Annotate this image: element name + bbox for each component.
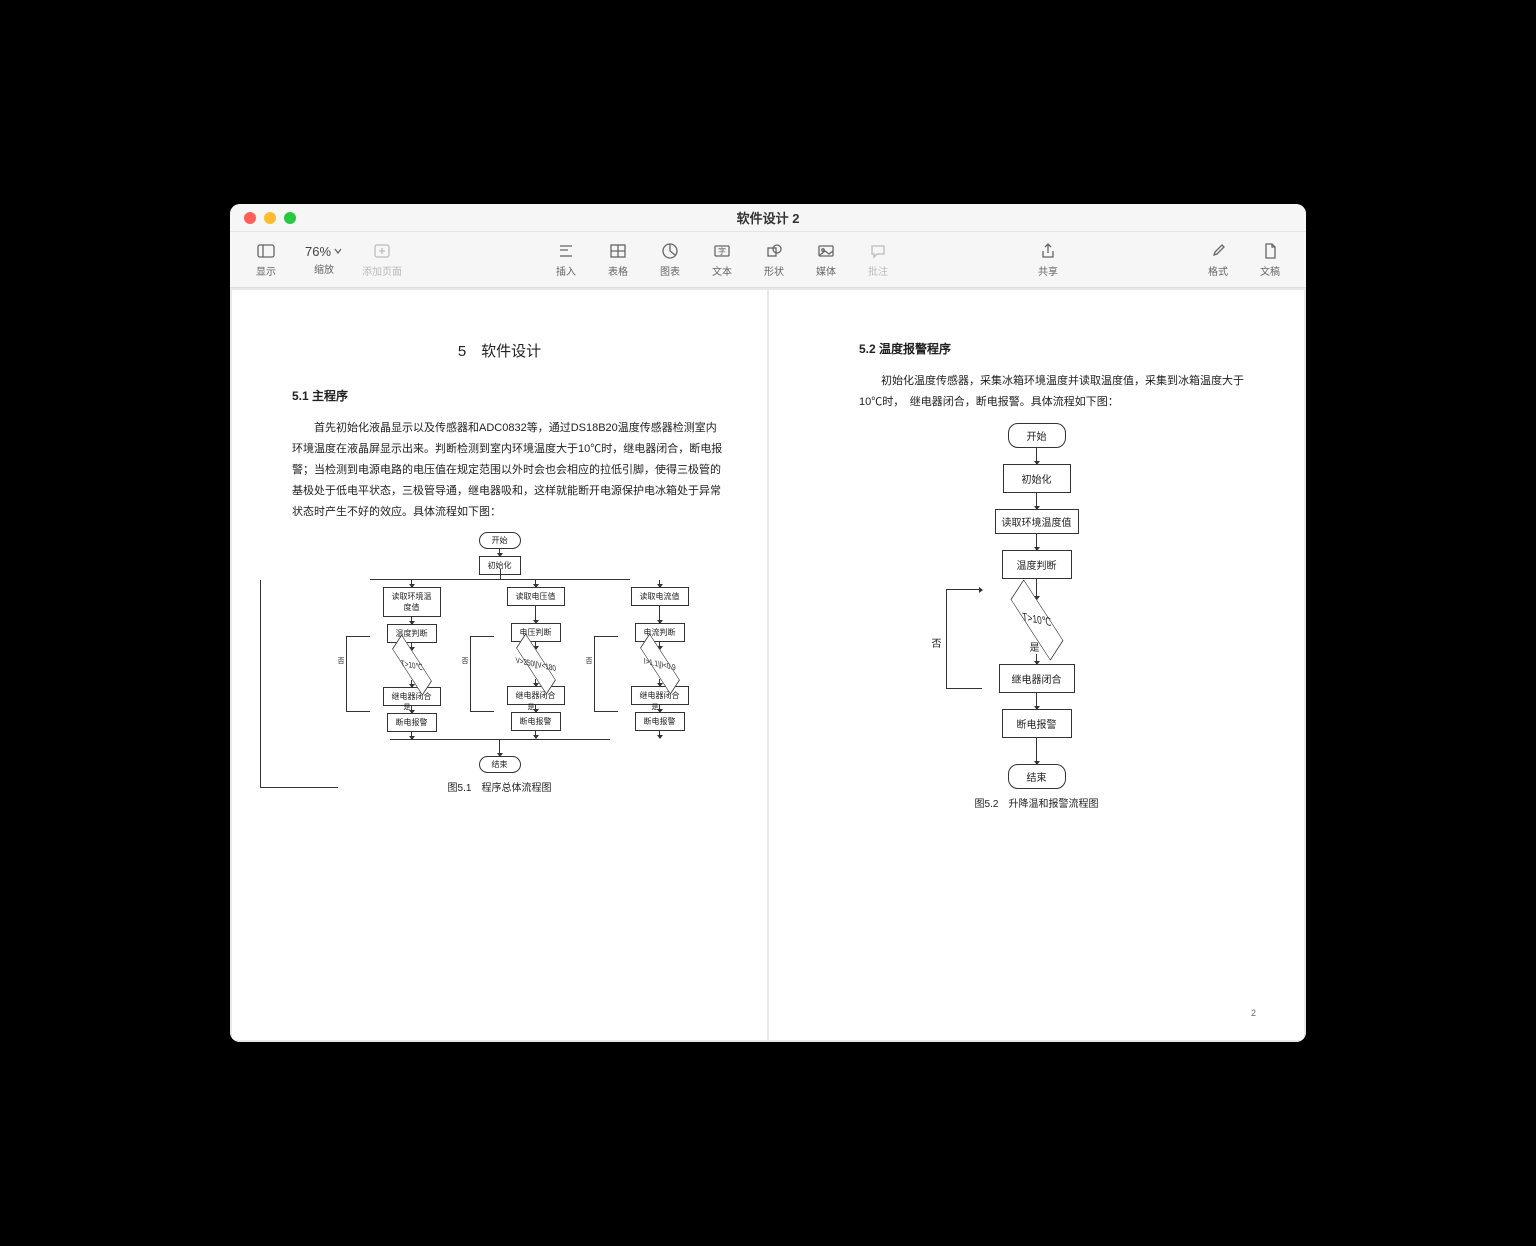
text-icon: 字 xyxy=(712,241,732,261)
fc-volt-judge: 电压判断 xyxy=(511,623,561,642)
text-button[interactable]: 字 文本 xyxy=(698,241,746,278)
page-left[interactable]: 5 软件设计 5.1 主程序 首先初始化液晶显示以及传感器和ADC0832等，通… xyxy=(232,290,767,1040)
fc2-no-label: 否 xyxy=(932,635,942,650)
paintbrush-icon xyxy=(1208,241,1228,261)
sidebar-icon xyxy=(256,241,276,261)
document-button[interactable]: 文稿 xyxy=(1246,241,1294,278)
fc-alarm-1: 断电报警 xyxy=(387,713,437,732)
fc-relay-1: 继电器闭合 xyxy=(383,687,441,706)
fc2-relay: 继电器闭合 xyxy=(999,664,1075,693)
comment-button[interactable]: 批注 xyxy=(854,241,902,278)
document-icon xyxy=(1260,241,1280,261)
fc2-init: 初始化 xyxy=(1003,464,1071,493)
fc2-end: 结束 xyxy=(1008,764,1066,789)
fc2-read: 读取环境温度值 xyxy=(995,509,1079,534)
chart-button[interactable]: 图表 xyxy=(646,241,694,278)
figure-5-1-caption: 图5.1 程序总体流程图 xyxy=(272,779,727,794)
fc-alarm-3: 断电报警 xyxy=(635,712,685,731)
titlebar: 软件设计 2 xyxy=(230,204,1306,232)
addpage-button[interactable]: 添加页面 xyxy=(358,241,406,278)
fc-read-volt: 读取电压值 xyxy=(507,587,565,606)
section-5-1-title: 5.1 主程序 xyxy=(292,387,727,404)
svg-text:字: 字 xyxy=(718,246,726,256)
flowchart-5-2: 否 开始 初始化 读取环境温度值 温度判断 T>10℃ 是 继电器闭合 断电报警 xyxy=(809,423,1264,789)
media-icon xyxy=(816,241,836,261)
app-window: 软件设计 2 显示 76% 缩放 添加页面 插入 表格 图表 字 xyxy=(230,204,1306,1042)
page-right[interactable]: 5.2 温度报警程序 初始化温度传感器，采集冰箱环境温度并读取温度值，采集到冰箱… xyxy=(769,290,1304,1040)
fc2-alarm: 断电报警 xyxy=(1002,709,1072,738)
fc-start: 开始 xyxy=(479,532,521,549)
chevron-down-icon xyxy=(333,246,343,256)
share-icon xyxy=(1038,241,1058,261)
fc-temp-judge: 温度判断 xyxy=(387,624,437,643)
flowchart-5-1: 开始 初始化 否 读取环境温度值 温度判断 T>10℃ xyxy=(272,532,727,773)
section-5-2-body: 初始化温度传感器，采集冰箱环境温度并读取温度值，采集到冰箱温度大于10℃时， 继… xyxy=(859,371,1254,413)
shape-button[interactable]: 形状 xyxy=(750,241,798,278)
shape-icon xyxy=(764,241,784,261)
window-title: 软件设计 2 xyxy=(230,208,1306,227)
table-icon xyxy=(608,241,628,261)
chart-icon xyxy=(660,241,680,261)
fc-relay-3: 继电器闭合 xyxy=(631,686,689,705)
section-5-1-body: 首先初始化液晶显示以及传感器和ADC0832等，通过DS18B20温度传感器检测… xyxy=(292,418,727,522)
fc2-start: 开始 xyxy=(1008,423,1066,448)
fc-alarm-2: 断电报警 xyxy=(511,712,561,731)
section-break-icon xyxy=(556,241,576,261)
fc-read-temp: 读取环境温度值 xyxy=(383,587,441,617)
view-button[interactable]: 显示 xyxy=(242,241,290,278)
toolbar: 显示 76% 缩放 添加页面 插入 表格 图表 字 文本 形状 xyxy=(230,232,1306,288)
fc-end: 结束 xyxy=(479,756,521,773)
format-button[interactable]: 格式 xyxy=(1194,241,1242,278)
zoom-button[interactable]: 76% 缩放 xyxy=(294,244,354,276)
page-number: 2 xyxy=(1251,1008,1256,1018)
table-button[interactable]: 表格 xyxy=(594,241,642,278)
insert-button[interactable]: 插入 xyxy=(542,241,590,278)
section-5-2-title: 5.2 温度报警程序 xyxy=(859,340,1264,357)
fc-cur-judge: 电流判断 xyxy=(635,623,685,642)
plus-icon xyxy=(372,241,392,261)
fc2-judge: 温度判断 xyxy=(1002,550,1072,579)
fc-read-cur: 读取电流值 xyxy=(631,587,689,606)
chapter-title: 5 软件设计 xyxy=(272,340,727,361)
comment-icon xyxy=(868,241,888,261)
fc-relay-2: 继电器闭合 xyxy=(507,686,565,705)
document-area: 5 软件设计 5.1 主程序 首先初始化液晶显示以及传感器和ADC0832等，通… xyxy=(230,288,1306,1042)
share-button[interactable]: 共享 xyxy=(1024,241,1072,278)
figure-5-2-caption: 图5.2 升降温和报警流程图 xyxy=(809,795,1264,810)
media-button[interactable]: 媒体 xyxy=(802,241,850,278)
